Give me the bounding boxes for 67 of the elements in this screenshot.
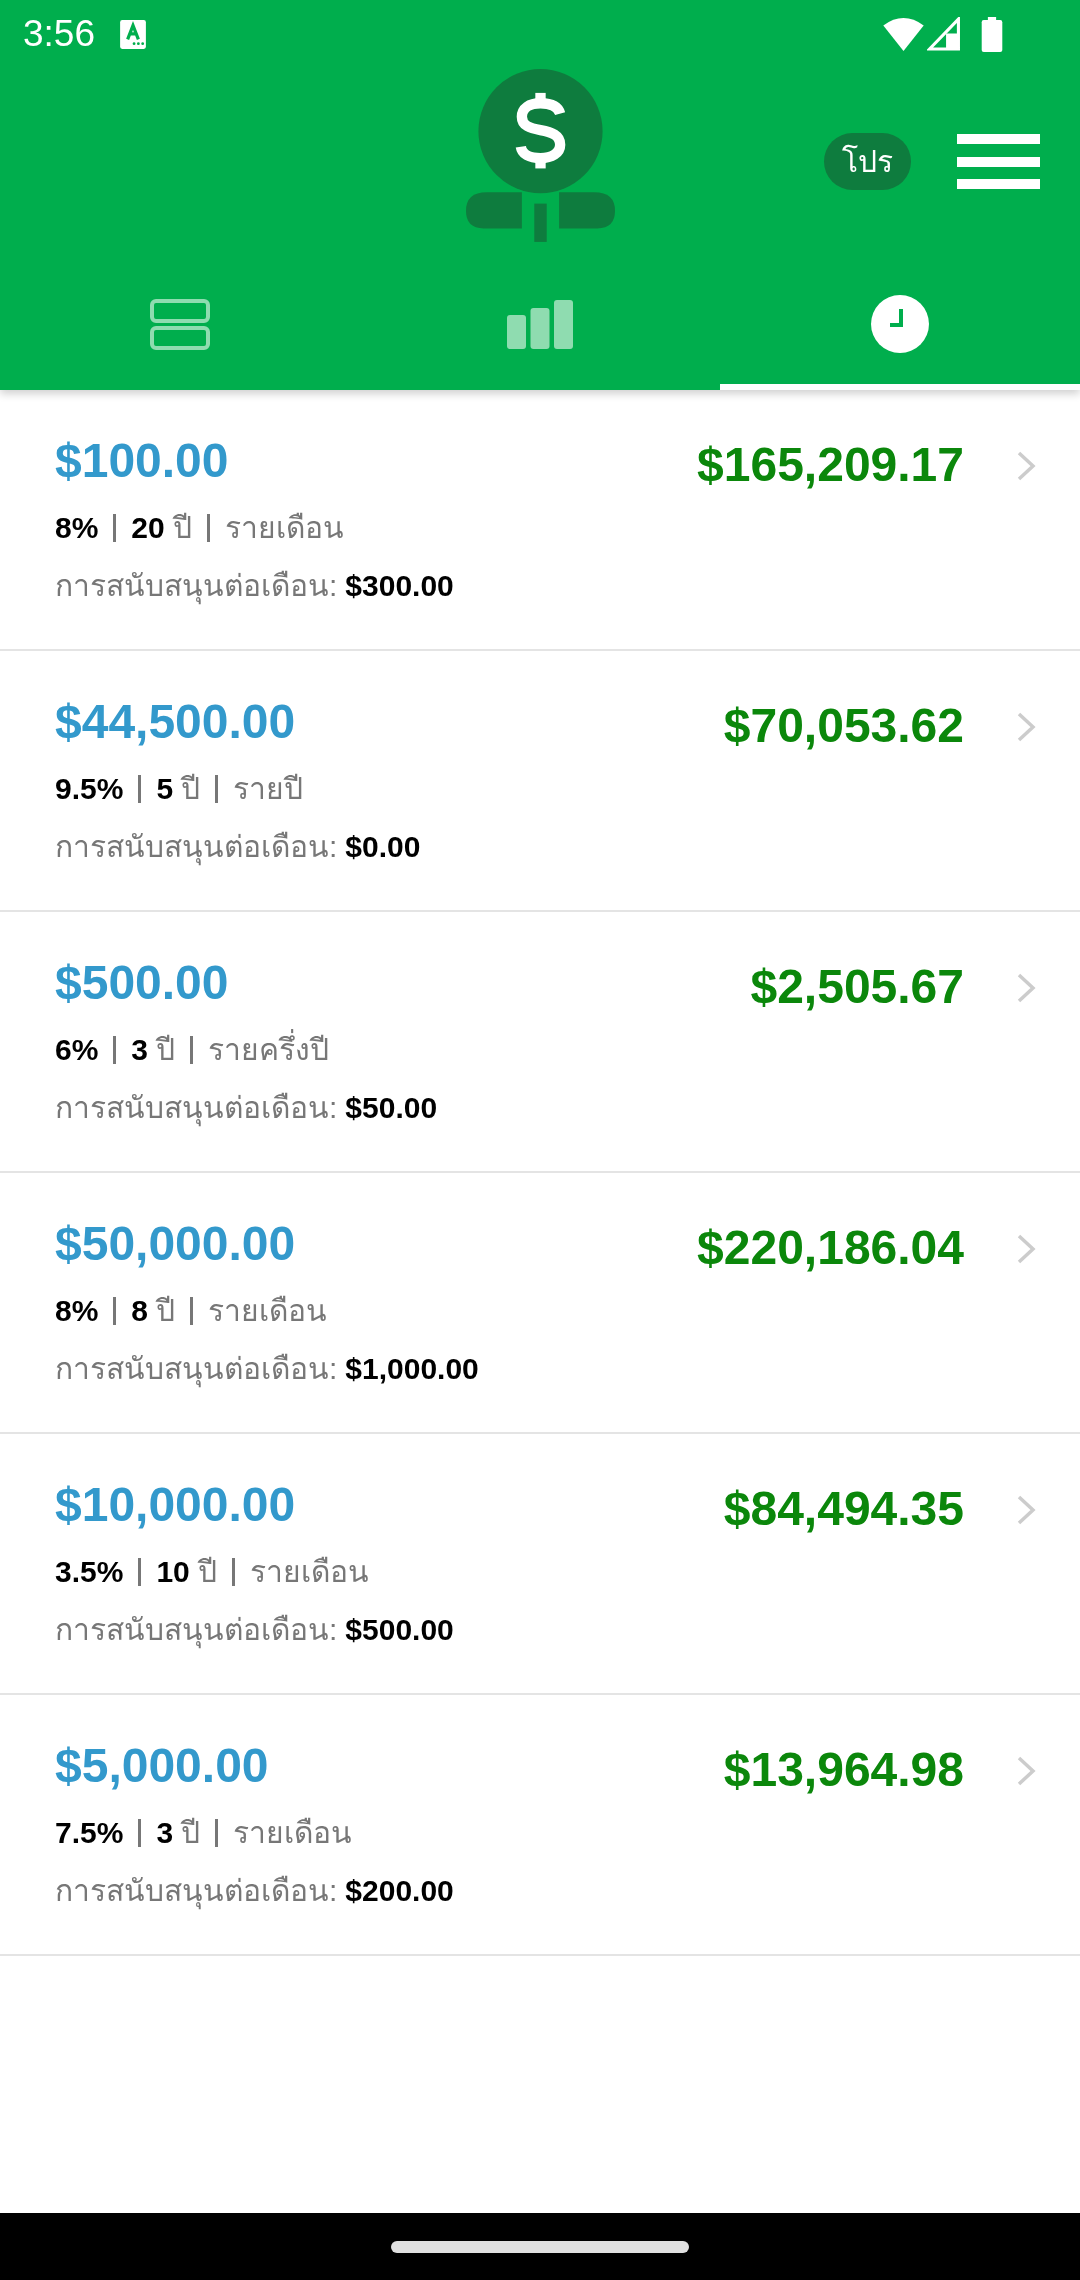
principal-amount: $100.00 xyxy=(55,433,229,489)
contribution-amount: $300.00 xyxy=(345,568,454,604)
future-value: $220,186.04 xyxy=(697,1220,964,1276)
signal-icon xyxy=(927,17,961,51)
contribution-label: การสนับสนุนต่อเดือน: xyxy=(55,566,338,606)
compound-frequency: รายเดือน xyxy=(225,510,345,546)
future-value: $84,494.35 xyxy=(723,1481,964,1537)
investment-row[interactable]: $100.00 8% 20 ปี รายเดือน การสนับสนุนต่อเดือน: $300.00 $165,209.17 xyxy=(0,390,1080,651)
future-value: $2,505.67 xyxy=(750,959,964,1015)
principal-amount: $500.00 xyxy=(55,955,229,1011)
chevron-right-icon xyxy=(1016,1234,1037,1264)
chevron-right-icon xyxy=(1016,451,1037,481)
contribution-amount: $1,000.00 xyxy=(345,1351,479,1387)
principal-amount: $50,000.00 xyxy=(55,1216,296,1272)
term-years: 5 ปี xyxy=(156,771,201,807)
contribution-label: การสนับสนุนต่อเดือน: xyxy=(55,1349,338,1389)
compound-frequency: รายเดือน xyxy=(208,1293,328,1329)
contribution-amount: $50.00 xyxy=(345,1090,438,1126)
contribution-label: การสนับสนุนต่อเดือน: xyxy=(55,1610,338,1650)
investment-row[interactable]: $50,000.00 8% 8 ปี รายเดือน การสนับสนุนต่อเดือน: $1,000.00 $220,186.04 xyxy=(0,1173,1080,1434)
investment-row[interactable]: $5,000.00 7.5% 3 ปี รายเดือน การสนับสนุนต่อเดือน: $200.00 $13,964.98 xyxy=(0,1695,1080,1956)
chevron-right-icon xyxy=(1016,1495,1037,1525)
interest-rate: 7.5% xyxy=(55,1815,124,1851)
interest-rate: 6% xyxy=(55,1032,99,1068)
term-years: 8 ปี xyxy=(131,1293,176,1329)
status-time: 3:56 xyxy=(23,13,95,55)
principal-amount: $44,500.00 xyxy=(55,694,296,750)
contribution-amount: $0.00 xyxy=(345,829,421,865)
wifi-icon xyxy=(883,17,924,51)
stacked-rows-icon xyxy=(150,298,210,350)
battery-icon xyxy=(981,16,1003,52)
compound-frequency: รายเดือน xyxy=(233,1815,353,1851)
term-years: 3 ปี xyxy=(131,1032,176,1068)
compound-frequency: รายปี xyxy=(233,771,304,807)
contribution-label: การสนับสนุนต่อเดือน: xyxy=(55,827,338,867)
chevron-right-icon xyxy=(1016,973,1037,1003)
interest-rate: 8% xyxy=(55,510,99,546)
future-value: $165,209.17 xyxy=(697,437,964,493)
compound-frequency: รายครึ่งปี xyxy=(208,1030,330,1070)
contribution-amount: $200.00 xyxy=(345,1873,454,1909)
term-years: 3 ปี xyxy=(156,1815,201,1851)
chevron-right-icon xyxy=(1016,712,1037,742)
term-years: 20 ปี xyxy=(131,510,193,546)
menu-button[interactable] xyxy=(957,134,1040,189)
interest-rate: 9.5% xyxy=(55,771,124,807)
investment-row[interactable]: $500.00 6% 3 ปี รายครึ่งปี การสนับสนุนต่อเดือน: $50.00 $2,505.67 xyxy=(0,912,1080,1173)
contribution-amount: $500.00 xyxy=(345,1612,454,1648)
dollar-flower-logo-icon xyxy=(465,69,615,242)
investment-row[interactable]: $44,500.00 9.5% 5 ปี รายปี การสนับสนุนต่อเดือน: $0.00 $70,053.62 xyxy=(0,651,1080,912)
app-notification-icon xyxy=(120,19,146,49)
home-indicator[interactable] xyxy=(391,2240,689,2253)
term-years: 10 ปี xyxy=(156,1554,218,1590)
principal-amount: $10,000.00 xyxy=(55,1477,296,1533)
interest-rate: 8% xyxy=(55,1293,99,1329)
principal-amount: $5,000.00 xyxy=(55,1738,269,1794)
pro-button[interactable]: โปร xyxy=(824,133,911,190)
investment-row[interactable]: $10,000.00 3.5% 10 ปี รายเดือน การสนับสนุนต่อเดือน: $500.00 $84,494.35 xyxy=(0,1434,1080,1695)
interest-rate: 3.5% xyxy=(55,1554,124,1590)
future-value: $13,964.98 xyxy=(723,1742,964,1798)
compound-frequency: รายเดือน xyxy=(250,1554,370,1590)
menu-icon xyxy=(957,134,1040,189)
future-value: $70,053.62 xyxy=(723,698,964,754)
clock-icon xyxy=(871,295,929,353)
bar-chart-icon xyxy=(507,299,573,349)
contribution-label: การสนับสนุนต่อเดือน: xyxy=(55,1088,338,1128)
chevron-right-icon xyxy=(1016,1756,1037,1786)
contribution-label: การสนับสนุนต่อเดือน: xyxy=(55,1871,338,1911)
